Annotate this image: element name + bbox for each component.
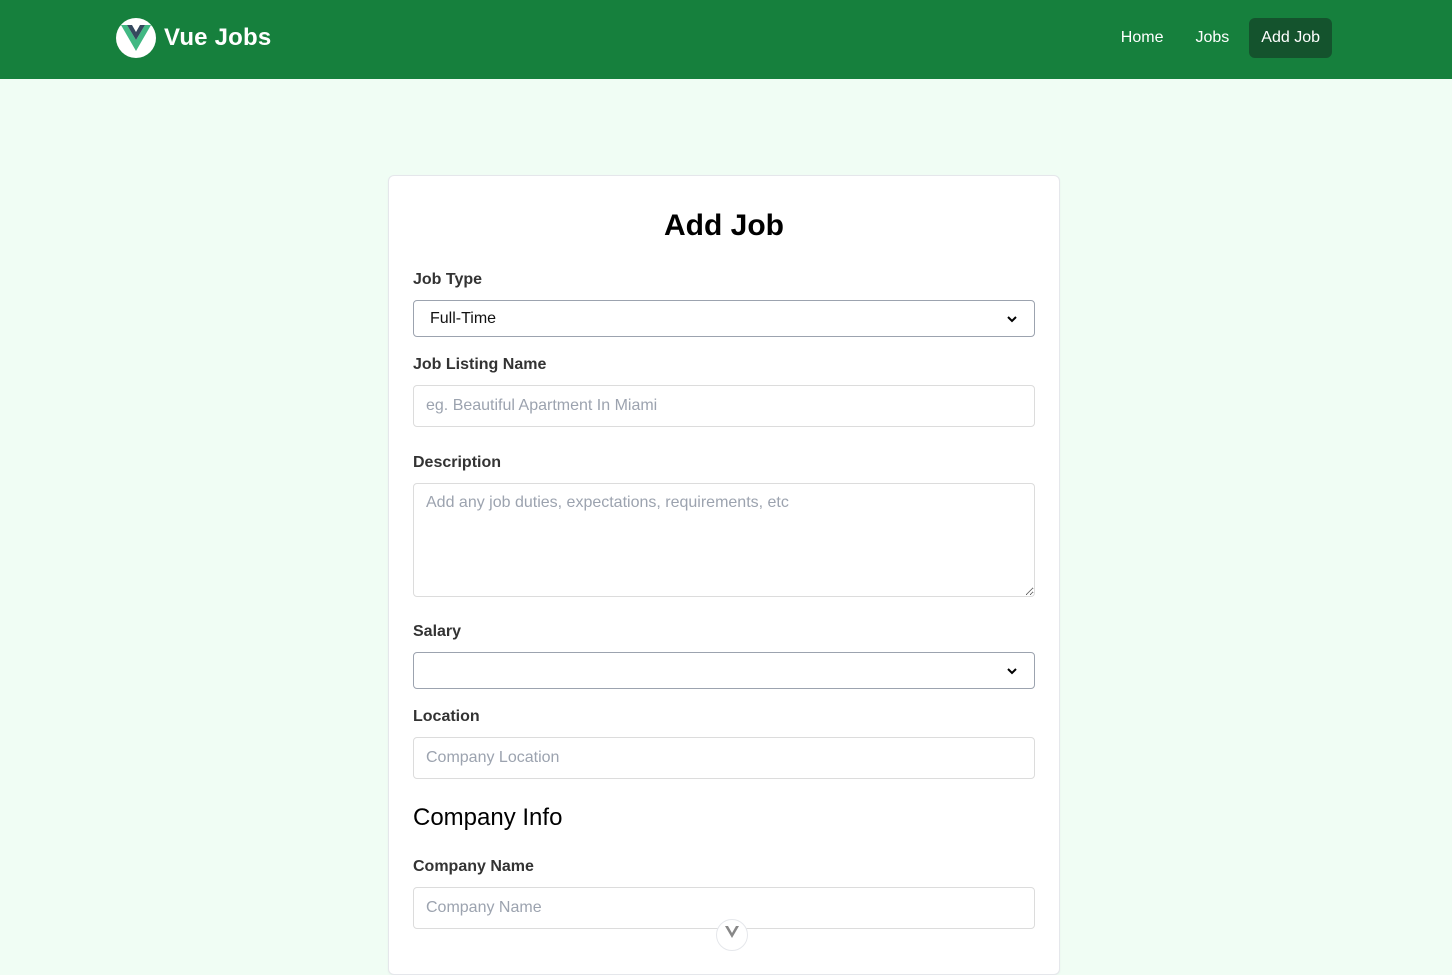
job-type-value: Full-Time — [430, 309, 497, 327]
vue-logo-icon — [116, 18, 156, 58]
chevron-down-icon — [1007, 315, 1017, 322]
vue-logo-icon — [725, 926, 739, 938]
scroll-down-button[interactable] — [716, 919, 748, 951]
listing-name-label: Job Listing Name — [413, 356, 547, 373]
job-type-select[interactable]: Full-Time — [413, 300, 1035, 337]
company-name-label: Company Name — [413, 858, 534, 875]
location-input[interactable] — [413, 737, 1035, 779]
nav-links: Home Jobs Add Job — [1101, 18, 1332, 58]
description-label: Description — [413, 454, 502, 471]
salary-label: Salary — [413, 623, 462, 640]
nav-link-jobs[interactable]: Jobs — [1183, 18, 1241, 58]
job-type-label: Job Type — [413, 271, 483, 288]
salary-select[interactable] — [413, 652, 1035, 689]
brand-name: Vue Jobs — [164, 24, 272, 51]
company-info-heading: Company Info — [413, 804, 563, 831]
location-label: Location — [413, 708, 480, 725]
listing-name-input[interactable] — [413, 385, 1035, 427]
chevron-down-icon — [1007, 667, 1017, 674]
add-job-form-card: Add Job Job Type Full-Time Job Listing N… — [388, 175, 1060, 975]
nav-link-home[interactable]: Home — [1109, 18, 1176, 58]
description-textarea[interactable] — [413, 483, 1035, 597]
top-navbar: Vue Jobs Home Jobs Add Job — [0, 0, 1452, 79]
brand-link[interactable]: Vue Jobs — [116, 18, 271, 58]
form-title: Add Job — [664, 209, 784, 242]
nav-link-add-job[interactable]: Add Job — [1249, 18, 1332, 58]
